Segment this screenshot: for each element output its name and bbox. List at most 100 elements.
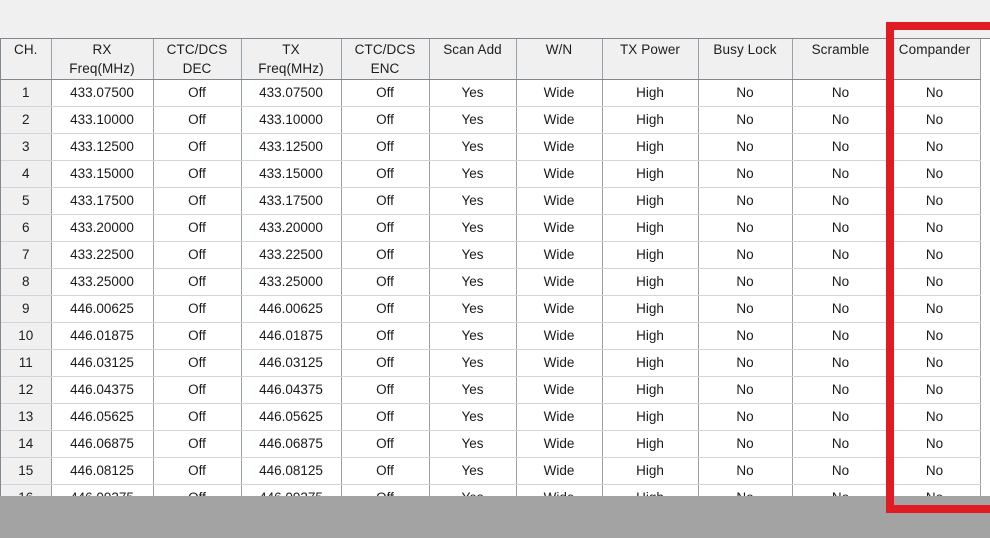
cell-wn[interactable]: Wide <box>516 430 603 458</box>
cell-busy[interactable]: No <box>698 484 793 496</box>
cell-rx[interactable]: 433.10000 <box>51 106 154 134</box>
table-row[interactable]: 8 433.25000 Off 433.25000 Off Yes Wide High No No… <box>1 268 981 296</box>
cell-enc[interactable]: Off <box>341 241 430 269</box>
cell-scan[interactable]: Yes <box>429 187 517 215</box>
cell-wn[interactable]: Wide <box>516 268 603 296</box>
cell-dec[interactable]: Off <box>153 322 242 350</box>
table-row[interactable]: 3 433.12500 Off 433.12500 Off Yes Wide High No No… <box>1 133 981 161</box>
table-body[interactable]: 1 433.07500 Off 433.07500 Off Yes Wide High No No… <box>1 79 981 496</box>
cell-wn[interactable]: Wide <box>516 322 603 350</box>
cell-wn[interactable]: Wide <box>516 79 603 107</box>
cell-enc[interactable]: Off <box>341 79 430 107</box>
cell-scr[interactable]: No <box>792 322 890 350</box>
cell-comp[interactable]: No <box>889 349 981 377</box>
cell-rx[interactable]: 446.06875 <box>51 430 154 458</box>
cell-scr[interactable]: No <box>792 295 890 323</box>
cell-scan[interactable]: Yes <box>429 133 517 161</box>
table-row[interactable]: 5 433.17500 Off 433.17500 Off Yes Wide High No No… <box>1 187 981 215</box>
column-header-tx[interactable]: TX Freq(MHz) <box>241 39 342 80</box>
cell-tx[interactable]: 446.00625 <box>241 295 342 323</box>
cell-enc[interactable]: Off <box>341 403 430 431</box>
cell-rx[interactable]: 433.07500 <box>51 79 154 107</box>
cell-comp[interactable]: No <box>889 484 981 496</box>
cell-busy[interactable]: No <box>698 79 793 107</box>
cell-enc[interactable]: Off <box>341 187 430 215</box>
cell-pwr[interactable]: High <box>602 106 699 134</box>
cell-rx[interactable]: 433.20000 <box>51 214 154 242</box>
cell-tx[interactable]: 433.20000 <box>241 214 342 242</box>
column-header-ch[interactable]: CH. <box>1 39 52 80</box>
cell-wn[interactable]: Wide <box>516 214 603 242</box>
cell-dec[interactable]: Off <box>153 133 242 161</box>
cell-comp[interactable]: No <box>889 106 981 134</box>
cell-wn[interactable]: Wide <box>516 160 603 188</box>
cell-scr[interactable]: No <box>792 430 890 458</box>
cell-scr[interactable]: No <box>792 79 890 107</box>
cell-enc[interactable]: Off <box>341 457 430 485</box>
cell-scan[interactable]: Yes <box>429 214 517 242</box>
cell-busy[interactable]: No <box>698 322 793 350</box>
cell-scr[interactable]: No <box>792 457 890 485</box>
cell-busy[interactable]: No <box>698 133 793 161</box>
cell-enc[interactable]: Off <box>341 160 430 188</box>
column-header-comp[interactable]: Compander <box>889 39 981 80</box>
cell-wn[interactable]: Wide <box>516 484 603 496</box>
cell-tx[interactable]: 446.04375 <box>241 376 342 404</box>
cell-pwr[interactable]: High <box>602 214 699 242</box>
cell-wn[interactable]: Wide <box>516 295 603 323</box>
cell-rx[interactable]: 446.08125 <box>51 457 154 485</box>
cell-pwr[interactable]: High <box>602 457 699 485</box>
cell-scan[interactable]: Yes <box>429 457 517 485</box>
cell-comp[interactable]: No <box>889 430 981 458</box>
cell-rx[interactable]: 433.22500 <box>51 241 154 269</box>
cell-tx[interactable]: 433.10000 <box>241 106 342 134</box>
table-row[interactable]: 12 446.04375 Off 446.04375 Off Yes Wide High No N… <box>1 376 981 404</box>
cell-scan[interactable]: Yes <box>429 349 517 377</box>
cell-tx[interactable]: 433.17500 <box>241 187 342 215</box>
cell-wn[interactable]: Wide <box>516 457 603 485</box>
cell-scan[interactable]: Yes <box>429 106 517 134</box>
column-header-scan[interactable]: Scan Add <box>429 39 517 80</box>
cell-busy[interactable]: No <box>698 349 793 377</box>
cell-busy[interactable]: No <box>698 295 793 323</box>
cell-tx[interactable]: 433.15000 <box>241 160 342 188</box>
cell-scr[interactable]: No <box>792 268 890 296</box>
table-row[interactable]: 7 433.22500 Off 433.22500 Off Yes Wide High No No… <box>1 241 981 269</box>
cell-dec[interactable]: Off <box>153 295 242 323</box>
cell-enc[interactable]: Off <box>341 376 430 404</box>
cell-comp[interactable]: No <box>889 214 981 242</box>
channel-grid-container[interactable]: CH. RX Freq(MHz) CTC/DCS DEC TX Freq(MHz) CTC/D… <box>0 38 990 496</box>
cell-pwr[interactable]: High <box>602 430 699 458</box>
cell-wn[interactable]: Wide <box>516 403 603 431</box>
cell-dec[interactable]: Off <box>153 241 242 269</box>
cell-tx[interactable]: 446.06875 <box>241 430 342 458</box>
cell-comp[interactable]: No <box>889 160 981 188</box>
cell-scr[interactable]: No <box>792 484 890 496</box>
cell-pwr[interactable]: High <box>602 160 699 188</box>
cell-dec[interactable]: Off <box>153 160 242 188</box>
cell-tx[interactable]: 433.07500 <box>241 79 342 107</box>
cell-busy[interactable]: No <box>698 376 793 404</box>
cell-comp[interactable]: No <box>889 322 981 350</box>
cell-dec[interactable]: Off <box>153 430 242 458</box>
cell-rx[interactable]: 446.00625 <box>51 295 154 323</box>
cell-scr[interactable]: No <box>792 214 890 242</box>
cell-pwr[interactable]: High <box>602 241 699 269</box>
cell-tx[interactable]: 433.12500 <box>241 133 342 161</box>
table-row[interactable]: 2 433.10000 Off 433.10000 Off Yes Wide High No No… <box>1 106 981 134</box>
cell-pwr[interactable]: High <box>602 79 699 107</box>
table-row[interactable]: 16446.09375Off446.09375OffYesWideHighNoN… <box>1 484 981 496</box>
cell-pwr[interactable]: High <box>602 403 699 431</box>
cell-dec[interactable]: Off <box>153 106 242 134</box>
cell-wn[interactable]: Wide <box>516 187 603 215</box>
column-header-pwr[interactable]: TX Power <box>602 39 699 80</box>
cell-busy[interactable]: No <box>698 106 793 134</box>
cell-busy[interactable]: No <box>698 187 793 215</box>
cell-comp[interactable]: No <box>889 187 981 215</box>
cell-tx[interactable]: 446.09375 <box>241 484 342 496</box>
cell-enc[interactable]: Off <box>341 133 430 161</box>
cell-comp[interactable]: No <box>889 79 981 107</box>
cell-pwr[interactable]: High <box>602 322 699 350</box>
cell-scr[interactable]: No <box>792 349 890 377</box>
cell-scan[interactable]: Yes <box>429 403 517 431</box>
